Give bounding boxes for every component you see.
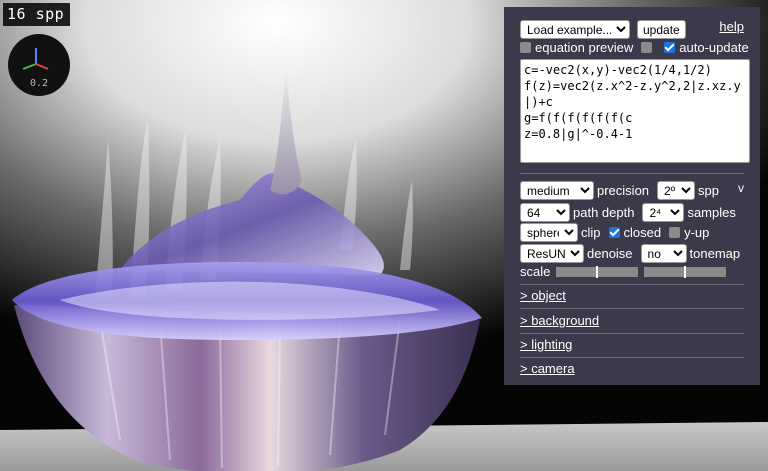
axis-gizmo[interactable]: 0.2 [8, 34, 70, 96]
divider [520, 173, 744, 174]
samples-label: samples [687, 205, 736, 220]
control-panel: Load example... update help equation pre… [504, 7, 760, 385]
clip-select[interactable]: sphere [520, 223, 578, 242]
precision-select[interactable]: medium [520, 181, 594, 200]
auto-update-label: auto-update [679, 40, 749, 55]
scale-slider-2[interactable] [644, 265, 727, 278]
path-depth-select[interactable]: 64 [520, 203, 570, 222]
y-up-label: y-up [684, 225, 710, 240]
tonemap-select[interactable]: no [640, 244, 687, 263]
equation-editor[interactable]: c=-vec2(x,y)-vec2(1/4,1/2) f(z)=vec2(z.x… [520, 59, 750, 163]
equation-preview-label: equation preview [535, 40, 634, 55]
spp-counter: 16 spp [3, 3, 71, 26]
tonemap-label: tonemap [689, 246, 741, 261]
y-up-checkbox[interactable] [669, 227, 681, 238]
auto-update-checkbox[interactable] [664, 42, 676, 53]
scale-slider-2-thumb[interactable] [684, 265, 687, 278]
divider [520, 308, 744, 309]
denoise-select[interactable]: ResUNet [520, 244, 584, 263]
spp-label: spp [698, 183, 719, 198]
lighting-section-toggle[interactable]: > lighting [520, 337, 572, 352]
load-example-select[interactable]: Load example... [520, 20, 630, 39]
closed-label: closed [623, 225, 662, 240]
equation-preview-checkbox[interactable] [520, 42, 531, 53]
divider [520, 333, 744, 334]
axis-scale-label: 0.2 [29, 78, 49, 89]
path-depth-label: path depth [573, 205, 635, 220]
collapse-chevron-icon[interactable]: v [738, 181, 744, 195]
update-button[interactable]: update [637, 20, 686, 39]
camera-section-toggle[interactable]: > camera [520, 361, 575, 376]
samples-select[interactable]: 2⁴ [642, 203, 685, 222]
spp-select[interactable]: 2º [657, 181, 696, 200]
scale-label: scale [520, 264, 551, 279]
unnamed-checkbox[interactable] [641, 42, 653, 53]
help-link[interactable]: help [719, 19, 744, 34]
closed-checkbox[interactable] [608, 227, 620, 238]
divider [520, 357, 744, 358]
object-section-toggle[interactable]: > object [520, 288, 566, 303]
clip-label: clip [581, 225, 601, 240]
divider [520, 284, 744, 285]
denoise-label: denoise [587, 246, 633, 261]
scale-slider-1-thumb[interactable] [596, 265, 599, 278]
background-section-toggle[interactable]: > background [520, 313, 599, 328]
precision-label: precision [597, 183, 650, 198]
scale-slider-1[interactable] [556, 265, 639, 278]
